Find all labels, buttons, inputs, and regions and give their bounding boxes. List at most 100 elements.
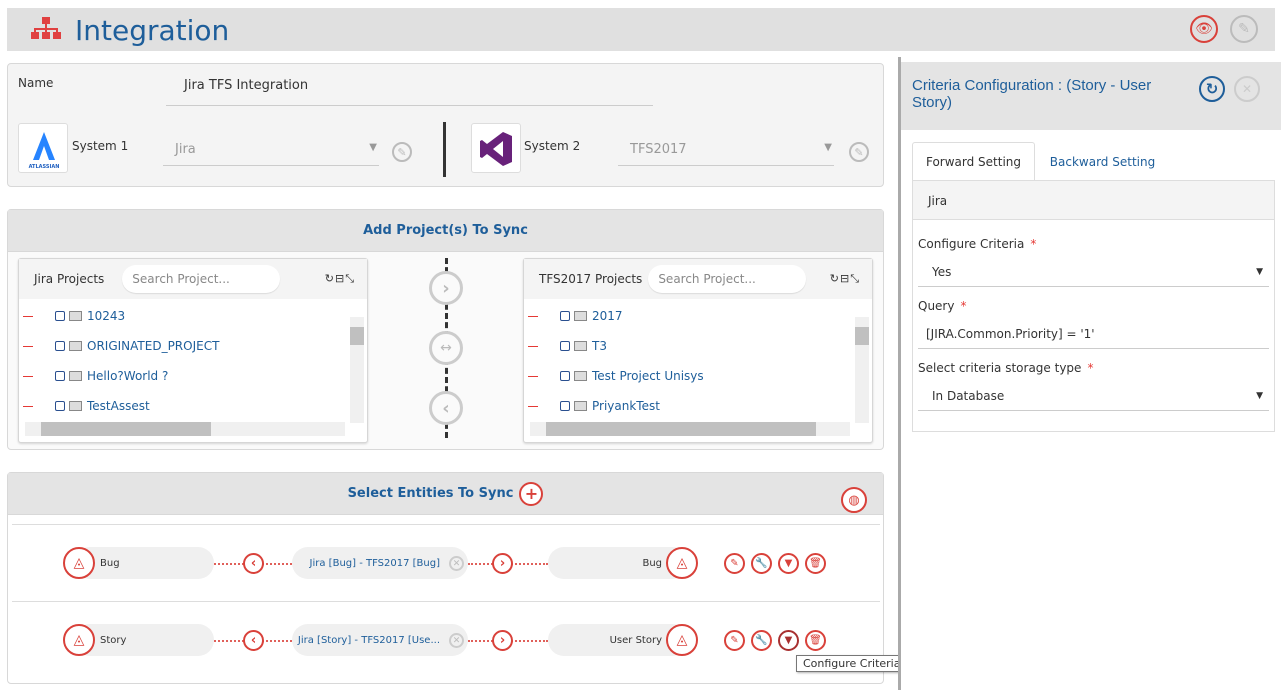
atlassian-logo: ATLASSIAN [18, 123, 68, 173]
entity-shapes-icon: ◬ [666, 624, 698, 656]
add-projects-title: Add Project(s) To Sync [8, 210, 883, 252]
globe-icon[interactable]: ◍ [841, 487, 867, 513]
move-right-icon[interactable]: › [429, 271, 463, 305]
view-eye-icon[interactable]: 👁 [1190, 15, 1218, 43]
required-marker: * [1030, 237, 1037, 251]
system2-select[interactable]: TFS2017 ▼ [618, 134, 834, 166]
direction-right-icon[interactable]: › [492, 630, 513, 651]
tfs-project-search[interactable]: Search Project... [648, 265, 807, 293]
chevron-down-icon: ▼ [1256, 390, 1263, 401]
filter-icon[interactable]: ▼ [778, 630, 799, 651]
field-value: In Database [932, 388, 1005, 403]
sitemap-icon [31, 17, 61, 39]
storage-type-label: Select criteria storage type * [918, 361, 1269, 375]
project-icon [69, 341, 82, 351]
name-input[interactable]: Jira TFS Integration [166, 78, 653, 106]
configure-criteria-label: Configure Criteria * [918, 237, 1269, 251]
edit-icon[interactable]: ✎ [724, 630, 745, 651]
system2-value: TFS2017 [630, 142, 687, 157]
project-icon [69, 311, 82, 321]
filter-icon[interactable]: ▼ [778, 553, 799, 574]
criteria-title: Criteria Configuration : (Story - User S… [912, 77, 1152, 111]
system2-label: System 2 [524, 139, 581, 153]
field-value: Yes [932, 264, 952, 279]
divider [12, 524, 880, 525]
project-name: ORIGINATED_PROJECT [87, 339, 220, 353]
storage-type-select[interactable]: In Database ▼ [918, 381, 1269, 411]
jira-project-list: 10243 ORIGINATED_PROJECT Hello?World ? T… [19, 299, 367, 421]
checkbox[interactable] [55, 401, 65, 411]
entity-row: Story ◬ ‹ Jira [Story] - TFS2017 [Use...… [8, 624, 885, 658]
refresh-collapse-minimize-icons[interactable]: ↻⊟⤡ [325, 272, 355, 286]
list-item[interactable]: T3 [524, 331, 872, 361]
jira-projects-title: Jira Projects [34, 272, 105, 286]
checkbox[interactable] [55, 341, 65, 351]
checkbox[interactable] [55, 311, 65, 321]
checkbox[interactable] [560, 311, 570, 321]
horizontal-scrollbar[interactable] [25, 422, 345, 436]
chevron-down-icon: ▼ [1256, 266, 1263, 277]
refresh-icon[interactable]: ↻ [1199, 76, 1225, 102]
bidirectional-icon[interactable]: ↔ [429, 331, 463, 365]
wrench-icon[interactable]: 🔧 [751, 630, 772, 651]
list-item[interactable]: Test Project Unisys [524, 361, 872, 391]
project-name: 10243 [87, 309, 126, 323]
mapping-pill[interactable]: Jira [Story] - TFS2017 [Use... [292, 624, 468, 656]
jira-project-search[interactable]: Search Project... [122, 265, 281, 293]
list-item[interactable]: PriyankTest [524, 391, 872, 421]
vertical-scrollbar[interactable] [350, 317, 364, 423]
project-icon [574, 311, 587, 321]
list-item[interactable]: 10243 [19, 301, 367, 331]
project-icon [69, 401, 82, 411]
move-left-icon[interactable]: ‹ [429, 391, 463, 425]
project-name: T3 [592, 339, 607, 353]
list-item[interactable]: 2017 [524, 301, 872, 331]
edit-system2-icon[interactable]: ✎ [849, 142, 869, 162]
tfs-projects-box: TFS2017 Projects Search Project... ↻⊟⤡ 201… [523, 258, 873, 443]
project-name: TestAssest [87, 399, 150, 413]
project-icon [69, 371, 82, 381]
tab-backward-setting[interactable]: Backward Setting [1041, 142, 1164, 181]
field-label: Select criteria storage type [918, 361, 1082, 375]
configure-criteria-select[interactable]: Yes ▼ [918, 257, 1269, 287]
chevron-down-icon: ▼ [369, 142, 377, 153]
edit-pencil-icon[interactable]: ✎ [1230, 15, 1258, 43]
system1-label: System 1 [72, 139, 129, 153]
checkbox[interactable] [55, 371, 65, 381]
list-item[interactable]: ORIGINATED_PROJECT [19, 331, 367, 361]
trash-icon[interactable]: 🗑 [805, 553, 826, 574]
direction-left-icon[interactable]: ‹ [243, 630, 264, 651]
list-item[interactable]: Hello?World ? [19, 361, 367, 391]
remove-mapping-icon[interactable]: ✕ [449, 633, 464, 648]
add-entity-icon[interactable]: + [519, 481, 544, 506]
checkbox[interactable] [560, 341, 570, 351]
source-entity: Bug [74, 547, 214, 579]
close-icon[interactable]: ✕ [1234, 76, 1260, 102]
criteria-panel: Criteria Configuration : (Story - User S… [898, 57, 1281, 690]
direction-left-icon[interactable]: ‹ [243, 553, 264, 574]
project-name: Test Project Unisys [592, 369, 704, 383]
checkbox[interactable] [560, 401, 570, 411]
entity-row: Bug ◬ ‹ Jira [Bug] - TFS2017 [Bug] ✕ › B… [8, 547, 885, 581]
checkbox[interactable] [560, 371, 570, 381]
wrench-icon[interactable]: 🔧 [751, 553, 772, 574]
refresh-collapse-minimize-icons[interactable]: ↻⊟⤡ [830, 272, 860, 286]
tfs-projects-title: TFS2017 Projects [539, 272, 643, 286]
project-name: 2017 [592, 309, 623, 323]
tab-forward-setting[interactable]: Forward Setting [912, 142, 1035, 181]
integration-details-panel: Name Jira TFS Integration ATLASSIAN Syst… [7, 63, 884, 187]
vertical-scrollbar[interactable] [855, 317, 869, 423]
remove-mapping-icon[interactable]: ✕ [449, 556, 464, 571]
query-label: Query * [918, 299, 1269, 313]
horizontal-scrollbar[interactable] [530, 422, 850, 436]
project-icon [574, 371, 587, 381]
direction-right-icon[interactable]: › [492, 553, 513, 574]
list-item[interactable]: TestAssest [19, 391, 367, 421]
system1-select[interactable]: Jira ▼ [163, 134, 379, 166]
edit-icon[interactable]: ✎ [724, 553, 745, 574]
trash-icon[interactable]: 🗑 [805, 630, 826, 651]
select-entities-panel: Select Entities To Sync + ◍ Bug ◬ ‹ Jira … [7, 472, 884, 684]
mapping-pill[interactable]: Jira [Bug] - TFS2017 [Bug] [292, 547, 468, 579]
query-input[interactable]: [JIRA.Common.Priority] = '1' [918, 319, 1269, 349]
edit-system1-icon[interactable]: ✎ [392, 142, 412, 162]
